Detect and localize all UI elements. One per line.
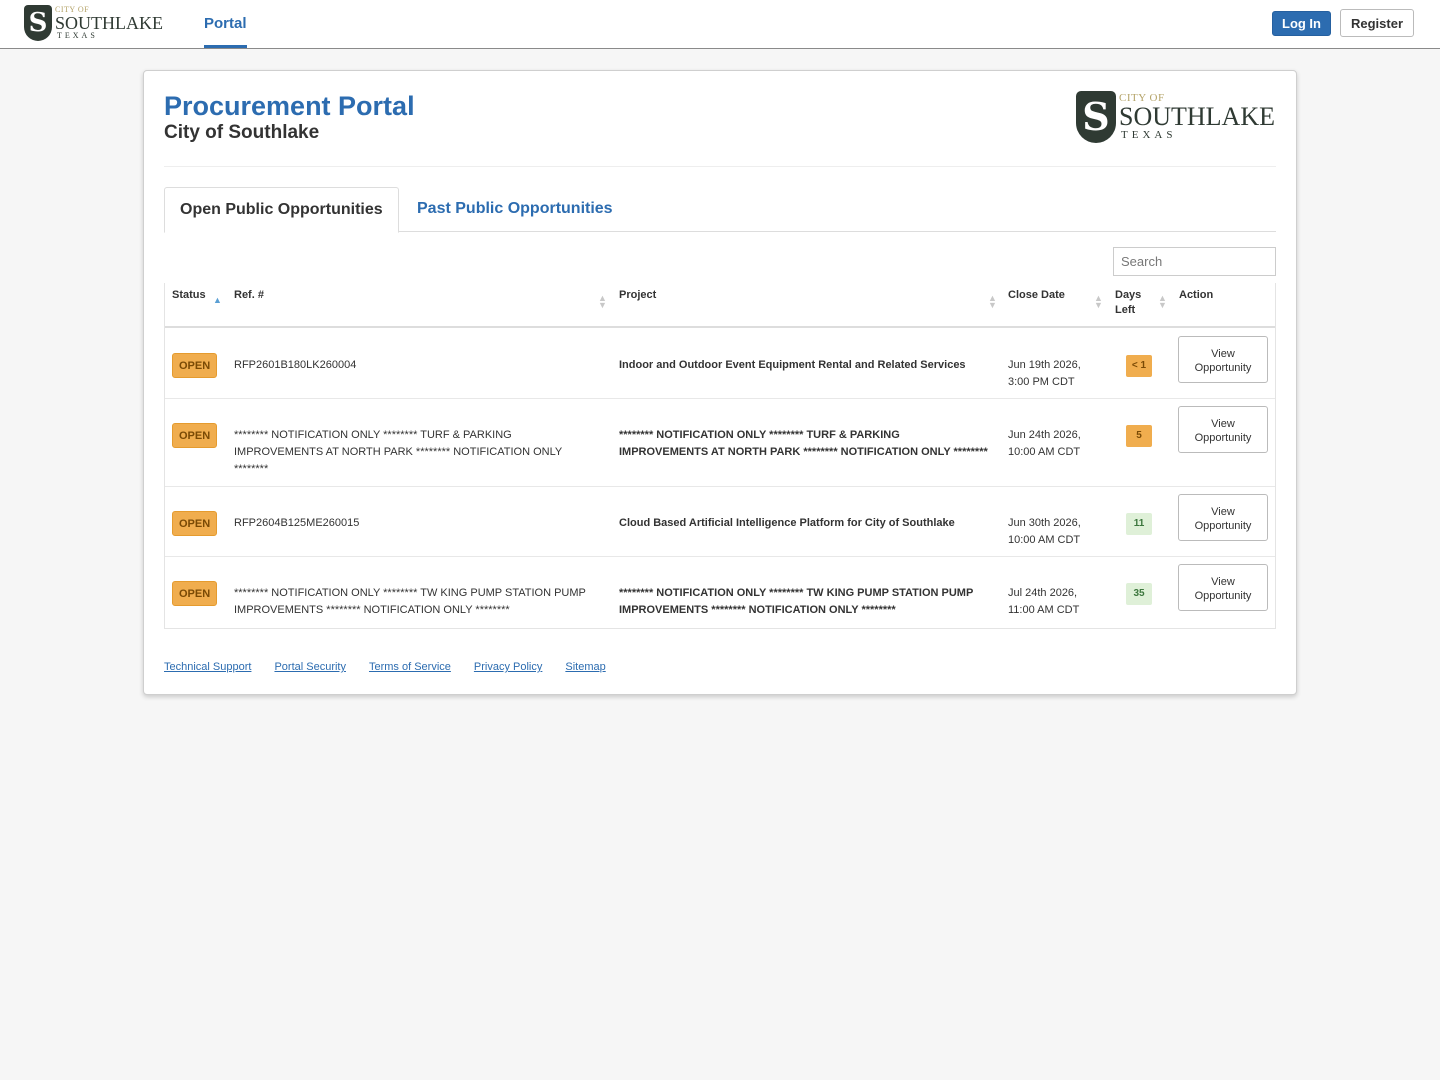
table-row: OPEN ******** NOTIFICATION ONLY ********… [165, 557, 1275, 628]
column-header-ref[interactable]: Ref. # [234, 288, 264, 303]
view-label: View [1211, 417, 1235, 430]
page-title: Procurement Portal [164, 91, 415, 121]
column-header-project[interactable]: Project [619, 288, 656, 303]
opportunity-tabs: Open Public Opportunities Past Public Op… [164, 187, 1276, 233]
divider [164, 166, 1276, 167]
sitemap-link[interactable]: Sitemap [565, 661, 605, 673]
days-header-line1: Days [1115, 289, 1142, 301]
opportunity-label: Opportunity [1194, 589, 1252, 602]
project-title: Indoor and Outdoor Event Equipment Renta… [619, 359, 966, 371]
days-left-badge: 5 [1126, 425, 1152, 447]
ref-number: ******** NOTIFICATION ONLY ******** TW K… [234, 587, 586, 616]
column-header-close-date[interactable]: Close Date [1008, 288, 1065, 303]
footer-links: Technical Support Portal Security Terms … [164, 661, 606, 673]
ref-number: ******** NOTIFICATION ONLY ******** TURF… [234, 429, 563, 475]
opportunity-label: Opportunity [1194, 431, 1252, 444]
status-badge: OPEN [172, 423, 218, 448]
southlake-logo[interactable]: S CITY OF SOUTHLAKE TEXAS [24, 5, 163, 41]
view-opportunity-button[interactable]: View Opportunity [1178, 406, 1268, 453]
status-badge: OPEN [172, 581, 218, 606]
view-label: View [1211, 575, 1235, 588]
table-row: OPEN RFP2601B180LK260004 Indoor and Outd… [165, 328, 1275, 399]
header-logo: S CITY OF SOUTHLAKE TEXAS [1076, 91, 1275, 143]
login-button[interactable]: Log In [1272, 11, 1331, 36]
table-header: Status ▲ Ref. # ▲ ▼ Project ▲ ▼ Close Date… [165, 283, 1275, 328]
table-row: OPEN ******** NOTIFICATION ONLY ********… [165, 399, 1275, 487]
view-opportunity-button[interactable]: View Opportunity [1178, 564, 1268, 611]
table-row: OPEN RFP2604B125ME260015 Cloud Based Art… [165, 487, 1275, 557]
project-title: Cloud Based Artificial Intelligence Plat… [619, 517, 955, 529]
days-header-line2: Left [1115, 304, 1136, 316]
brand-wordmark: CITY OF SOUTHLAKE TEXAS [55, 6, 163, 40]
portal-security-link[interactable]: Portal Security [274, 661, 346, 673]
technical-support-link[interactable]: Technical Support [164, 661, 251, 673]
view-opportunity-button[interactable]: View Opportunity [1178, 336, 1268, 383]
sort-icon[interactable]: ▲ ▼ [598, 294, 607, 310]
days-left-badge: < 1 [1126, 355, 1152, 377]
sort-icon[interactable]: ▲ ▼ [1158, 294, 1167, 310]
close-date: Jun 19th 2026, 3:00 PM CDT [1008, 359, 1081, 388]
brand-name: SOUTHLAKE [55, 13, 163, 33]
status-badge: OPEN [172, 511, 218, 536]
search-input[interactable] [1113, 247, 1276, 276]
nav-portal-link[interactable]: Portal [204, 0, 247, 48]
sort-asc-icon[interactable]: ▲ [213, 296, 222, 305]
header-logo-wordmark: CITY OF SOUTHLAKE TEXAS [1119, 93, 1275, 141]
sort-icon[interactable]: ▲ ▼ [988, 294, 997, 310]
city-seal-icon: S [1076, 91, 1116, 143]
tab-open-opportunities[interactable]: Open Public Opportunities [164, 187, 399, 233]
top-navbar: S CITY OF SOUTHLAKE TEXAS Portal Log In … [0, 0, 1440, 49]
view-opportunity-button[interactable]: View Opportunity [1178, 494, 1268, 541]
project-title: ******** NOTIFICATION ONLY ******** TW K… [619, 587, 974, 616]
days-left-badge: 11 [1126, 513, 1152, 535]
days-left-badge: 35 [1126, 583, 1152, 605]
close-date: Jun 30th 2026, 10:00 AM CDT [1008, 517, 1081, 546]
ref-number: RFP2601B180LK260004 [234, 359, 357, 371]
city-seal-icon: S [24, 5, 52, 41]
view-label: View [1211, 347, 1235, 360]
logo-name: SOUTHLAKE [1119, 102, 1275, 131]
sort-icon[interactable]: ▲ ▼ [1094, 294, 1103, 310]
logo-state: TEXAS [1121, 129, 1177, 141]
opportunity-label: Opportunity [1194, 361, 1252, 374]
project-title: ******** NOTIFICATION ONLY ******** TURF… [619, 429, 988, 458]
column-header-days-left[interactable]: Days Left [1115, 288, 1141, 318]
ref-number: RFP2604B125ME260015 [234, 517, 360, 529]
close-date: Jul 24th 2026, 11:00 AM CDT [1008, 587, 1080, 616]
column-header-status[interactable]: Status [172, 288, 206, 303]
view-label: View [1211, 505, 1235, 518]
terms-of-service-link[interactable]: Terms of Service [369, 661, 451, 673]
tab-past-opportunities[interactable]: Past Public Opportunities [402, 187, 628, 233]
register-button[interactable]: Register [1340, 9, 1414, 37]
brand-state: TEXAS [57, 31, 98, 40]
page-subtitle: City of Southlake [164, 122, 320, 143]
opportunities-table: Status ▲ Ref. # ▲ ▼ Project ▲ ▼ Close Date… [164, 283, 1276, 629]
close-date: Jun 24th 2026, 10:00 AM CDT [1008, 429, 1081, 458]
procurement-card: Procurement Portal City of Southlake S C… [143, 70, 1297, 695]
privacy-policy-link[interactable]: Privacy Policy [474, 661, 542, 673]
opportunity-label: Opportunity [1194, 519, 1252, 532]
column-header-action: Action [1179, 289, 1214, 301]
status-badge: OPEN [172, 353, 218, 378]
